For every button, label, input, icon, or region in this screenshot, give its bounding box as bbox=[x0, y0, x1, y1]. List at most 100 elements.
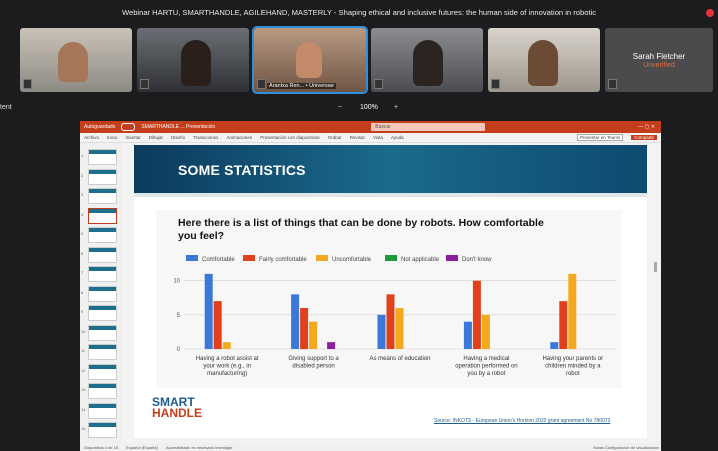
tab-archivo[interactable]: Archivo bbox=[84, 135, 99, 140]
x-tick-label: Having a robot assist at your work (e.g.,… bbox=[196, 356, 259, 377]
mic-icon bbox=[257, 79, 266, 89]
bar-uncomfortable bbox=[568, 273, 577, 349]
status-bar: Diapositiva 4 de 15 Español (España) Acc… bbox=[80, 443, 661, 451]
slide-thumbnail-number: 4 bbox=[81, 211, 84, 217]
present-in-teams-button[interactable]: Presentar en Teams bbox=[577, 134, 624, 141]
bar-fairly-comfortable bbox=[386, 294, 395, 349]
slide-thumbnail-number: 11 bbox=[81, 348, 86, 353]
status-right-controls[interactable]: Notas Configuración de visualización bbox=[593, 445, 659, 450]
participant-tile-6[interactable]: Sarah Fletcher Unverified bbox=[605, 28, 713, 92]
slide-thumbnail-number: 1 bbox=[81, 153, 84, 158]
slide-thumbnail[interactable] bbox=[88, 168, 117, 185]
bar-uncomfortable bbox=[309, 321, 318, 349]
slide-thumbnail[interactable] bbox=[88, 363, 117, 380]
slide-thumbnail[interactable] bbox=[88, 246, 117, 263]
slide-thumbnail-number: 10 bbox=[81, 328, 86, 334]
mic-icon bbox=[23, 79, 32, 89]
legend-swatch bbox=[186, 255, 198, 261]
mic-icon bbox=[374, 79, 383, 89]
slide-thumbnail[interactable] bbox=[88, 188, 117, 204]
mic-icon bbox=[140, 79, 149, 89]
tab-revisar[interactable]: Revisar bbox=[350, 135, 365, 140]
participant-name: Arantxa Ren... • Universae bbox=[267, 83, 336, 89]
slide-thumbnail[interactable] bbox=[88, 402, 117, 419]
slide-thumbnail[interactable] bbox=[88, 266, 117, 282]
zoom-out-button[interactable]: − bbox=[338, 104, 342, 111]
tab-dibujar[interactable]: Dibujar bbox=[149, 135, 163, 140]
legend-label: Comfortable bbox=[202, 257, 235, 263]
slide-thumbnail[interactable] bbox=[88, 344, 117, 360]
powerpoint-window: Autoguardado SMARTHANDLE ... Presentació… bbox=[80, 121, 661, 451]
slide-thumbnail-number: 12 bbox=[81, 367, 86, 373]
slide-thumbnail-number: 8 bbox=[81, 289, 84, 295]
window-controls[interactable]: — ▢ ✕ bbox=[638, 124, 655, 130]
slide-thumbnail[interactable] bbox=[88, 227, 117, 243]
participant-tile-1[interactable] bbox=[20, 28, 132, 92]
bar-comfortable bbox=[204, 273, 213, 349]
tab-vista[interactable]: Vista bbox=[373, 135, 383, 140]
zoom-in-button[interactable]: + bbox=[394, 104, 398, 111]
tab-insertar[interactable]: Insertar bbox=[126, 135, 141, 140]
slide-thumbnail[interactable] bbox=[88, 207, 117, 224]
chart-container: Here there is a list of things that can … bbox=[156, 210, 622, 388]
y-tick-label: 10 bbox=[173, 279, 180, 285]
slide-thumbnail[interactable] bbox=[88, 149, 117, 165]
legend-label: Don't know bbox=[462, 257, 492, 263]
vertical-scrollbar[interactable] bbox=[654, 262, 657, 272]
bar-uncomfortable bbox=[481, 314, 490, 349]
participant-tile-5[interactable] bbox=[488, 28, 600, 92]
meeting-title: Webinar HARTU, SMARTHANDLE, AGILEHAND, M… bbox=[121, 8, 597, 17]
slide-canvas: SOME STATISTICS Here there is a list of … bbox=[134, 145, 647, 438]
mic-icon bbox=[491, 79, 500, 89]
accessibility-label[interactable]: Accesibilidad: es necesario investigar bbox=[166, 445, 232, 450]
y-tick-label: 0 bbox=[177, 347, 181, 353]
x-tick-label: Giving support to a disabled person bbox=[288, 356, 339, 370]
participant-tile-2[interactable] bbox=[137, 28, 249, 92]
side-label: tent bbox=[0, 104, 12, 111]
tab-diseno[interactable]: Diseño bbox=[171, 135, 185, 140]
autosave-toggle[interactable] bbox=[121, 123, 136, 131]
ppt-titlebar: Autoguardado SMARTHANDLE ... Presentació… bbox=[80, 121, 661, 133]
x-tick-label: Having a medical operation performed on yo… bbox=[455, 356, 517, 377]
slide-thumbnail-number: 13 bbox=[81, 387, 86, 392]
slide-thumbnail-pane[interactable]: 1 2 3 4 5 6 7 8 9 10 11 12 13 14 15 bbox=[80, 143, 122, 443]
tab-animaciones[interactable]: Animaciones bbox=[226, 135, 252, 140]
legend-swatch bbox=[316, 255, 328, 261]
search-input[interactable]: Buscar bbox=[371, 123, 486, 131]
legend-swatch bbox=[243, 255, 255, 261]
slide-thumbnail[interactable] bbox=[88, 324, 117, 341]
slide-thumbnail[interactable] bbox=[88, 383, 117, 399]
bar-fairly-comfortable bbox=[472, 280, 481, 349]
meeting-window: Webinar HARTU, SMARTHANDLE, AGILEHAND, M… bbox=[0, 0, 718, 451]
bar-fairly-comfortable bbox=[559, 301, 568, 349]
slide-thumbnail[interactable] bbox=[88, 285, 117, 302]
slide-thumbnail[interactable] bbox=[88, 305, 117, 321]
bar-comfortable bbox=[291, 294, 300, 349]
participant-silhouette bbox=[181, 40, 211, 86]
bar-chart: Here there is a list of things that can … bbox=[173, 217, 616, 377]
bar-don-t-know bbox=[327, 342, 336, 349]
x-tick-label: Having your parents or children minded by… bbox=[542, 356, 603, 377]
slide-thumbnail-number: 15 bbox=[81, 426, 86, 431]
tab-ayuda[interactable]: Ayuda bbox=[391, 135, 404, 140]
slide-thumbnail[interactable] bbox=[88, 422, 117, 438]
tab-inicio[interactable]: Inicio bbox=[107, 135, 118, 140]
share-button[interactable]: Compartir bbox=[631, 135, 657, 140]
participant-tile-3[interactable]: Arantxa Ren... • Universae bbox=[252, 26, 368, 94]
recording-icon[interactable] bbox=[706, 9, 714, 17]
participant-tile-4[interactable] bbox=[371, 28, 483, 92]
tab-grabar[interactable]: Grabar bbox=[328, 135, 342, 140]
participant-name: Sarah Fletcher bbox=[632, 52, 686, 61]
bar-fairly-comfortable bbox=[213, 301, 222, 349]
source-link[interactable]: Source: INKOTS - European Union's Horizo… bbox=[434, 418, 610, 424]
legend-label: Not applicable bbox=[401, 257, 440, 263]
language-label[interactable]: Español (España) bbox=[126, 445, 158, 450]
ribbon-tabs: Archivo Inicio Insertar Dibujar Diseño T… bbox=[80, 133, 661, 143]
tab-presentacion[interactable]: Presentación con diapositivas bbox=[260, 135, 320, 140]
participant-silhouette bbox=[413, 40, 443, 86]
tab-transiciones[interactable]: Transiciones bbox=[193, 135, 218, 140]
file-name: SMARTHANDLE ... Presentación bbox=[141, 124, 216, 130]
participant-silhouette bbox=[528, 40, 558, 86]
legend-swatch bbox=[385, 255, 397, 261]
participant-silhouette bbox=[58, 42, 88, 82]
